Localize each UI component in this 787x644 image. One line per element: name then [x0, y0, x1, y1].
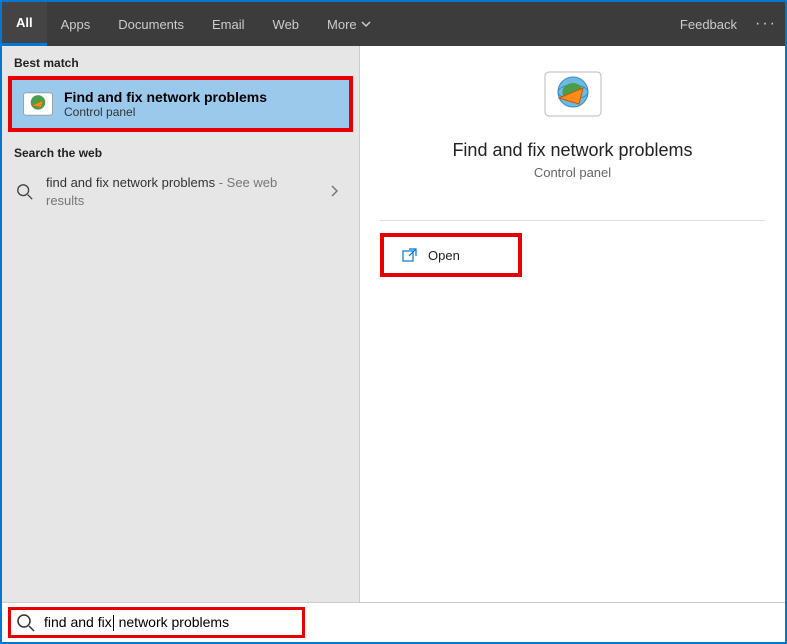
- search-text-before-caret: find and fix: [44, 614, 112, 630]
- divider: [380, 220, 765, 221]
- web-search-result[interactable]: find and fix network problems - See web …: [2, 166, 359, 218]
- best-match-result[interactable]: Find and fix network problems Control pa…: [8, 76, 353, 132]
- tab-web[interactable]: Web: [259, 2, 314, 46]
- chevron-down-icon: [361, 19, 371, 29]
- open-icon: [402, 247, 418, 263]
- search-icon: [14, 181, 36, 203]
- search-icon: [16, 613, 36, 633]
- tab-more-label: More: [327, 17, 357, 32]
- tab-all[interactable]: All: [2, 2, 47, 46]
- open-action[interactable]: Open: [380, 233, 522, 277]
- network-troubleshoot-icon: [22, 88, 54, 120]
- best-match-subtitle: Control panel: [64, 105, 267, 119]
- results-panel: Best match Find and fix network problems…: [2, 46, 359, 602]
- text-caret: [113, 615, 114, 631]
- detail-title: Find and fix network problems: [360, 140, 785, 161]
- top-tab-bar: All Apps Documents Email Web More Feedba…: [2, 2, 785, 46]
- network-troubleshoot-large-icon: [543, 66, 603, 126]
- tab-email[interactable]: Email: [198, 2, 259, 46]
- feedback-link[interactable]: Feedback: [680, 17, 737, 32]
- tab-apps[interactable]: Apps: [47, 2, 105, 46]
- detail-subtitle: Control panel: [360, 165, 785, 180]
- search-text-after-caret: network problems: [115, 614, 229, 630]
- best-match-title: Find and fix network problems: [64, 89, 267, 105]
- search-input[interactable]: find and fix network problems: [44, 614, 785, 631]
- chevron-right-icon: [321, 184, 347, 201]
- best-match-header: Best match: [2, 46, 359, 76]
- search-web-header: Search the web: [2, 136, 359, 166]
- more-options-icon[interactable]: ···: [755, 15, 777, 33]
- search-bar[interactable]: find and fix network problems: [2, 602, 785, 642]
- open-label: Open: [428, 248, 460, 263]
- detail-panel: Find and fix network problems Control pa…: [359, 46, 785, 602]
- web-result-query: find and fix network problems: [46, 175, 215, 190]
- tab-documents[interactable]: Documents: [104, 2, 198, 46]
- tab-more[interactable]: More: [313, 2, 385, 46]
